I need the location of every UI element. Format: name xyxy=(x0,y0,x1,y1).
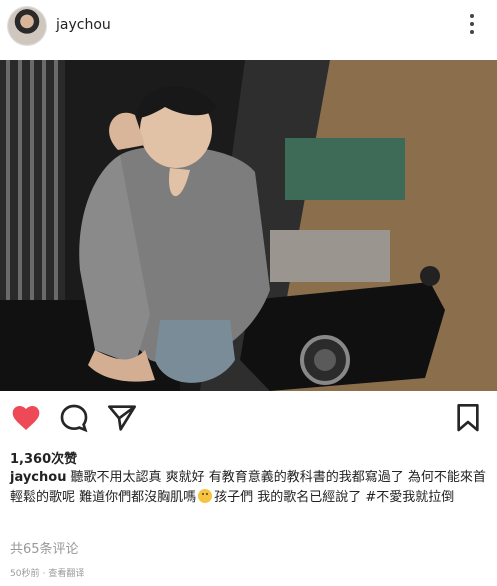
profile-avatar[interactable] xyxy=(8,7,46,45)
post-header: jaychou xyxy=(0,0,497,56)
view-comments-link[interactable]: 共65条评论 xyxy=(10,538,79,557)
post-username[interactable]: jaychou xyxy=(56,17,111,33)
more-vertical-icon[interactable] xyxy=(460,10,484,42)
post-actions xyxy=(0,398,497,440)
heart-filled-icon[interactable] xyxy=(10,402,42,434)
paper-plane-icon[interactable] xyxy=(106,402,138,434)
laughing-emoji-icon xyxy=(198,489,213,503)
post-photo[interactable] xyxy=(0,60,497,391)
bookmark-icon[interactable] xyxy=(452,402,484,434)
caption-author[interactable]: jaychou xyxy=(10,470,66,485)
post-footer: 50秒前 · 查看翻译 xyxy=(10,566,84,579)
like-count[interactable]: 1,360次赞 xyxy=(10,448,77,467)
caption-text-2: 孩子們 我的歌名已經說了 #不愛我就拉倒 xyxy=(214,490,455,505)
post-photo-artwork xyxy=(0,60,497,391)
comment-bubble-icon[interactable] xyxy=(58,402,90,434)
post-caption: jaychou 聽歌不用太認真 爽就好 有教育意義的教科書的我都寫過了 為何不能來… xyxy=(10,468,488,508)
post-time: 50秒前 xyxy=(10,569,40,579)
see-translation-link[interactable]: 查看翻译 xyxy=(48,569,84,579)
footer-separator: · xyxy=(42,569,46,579)
